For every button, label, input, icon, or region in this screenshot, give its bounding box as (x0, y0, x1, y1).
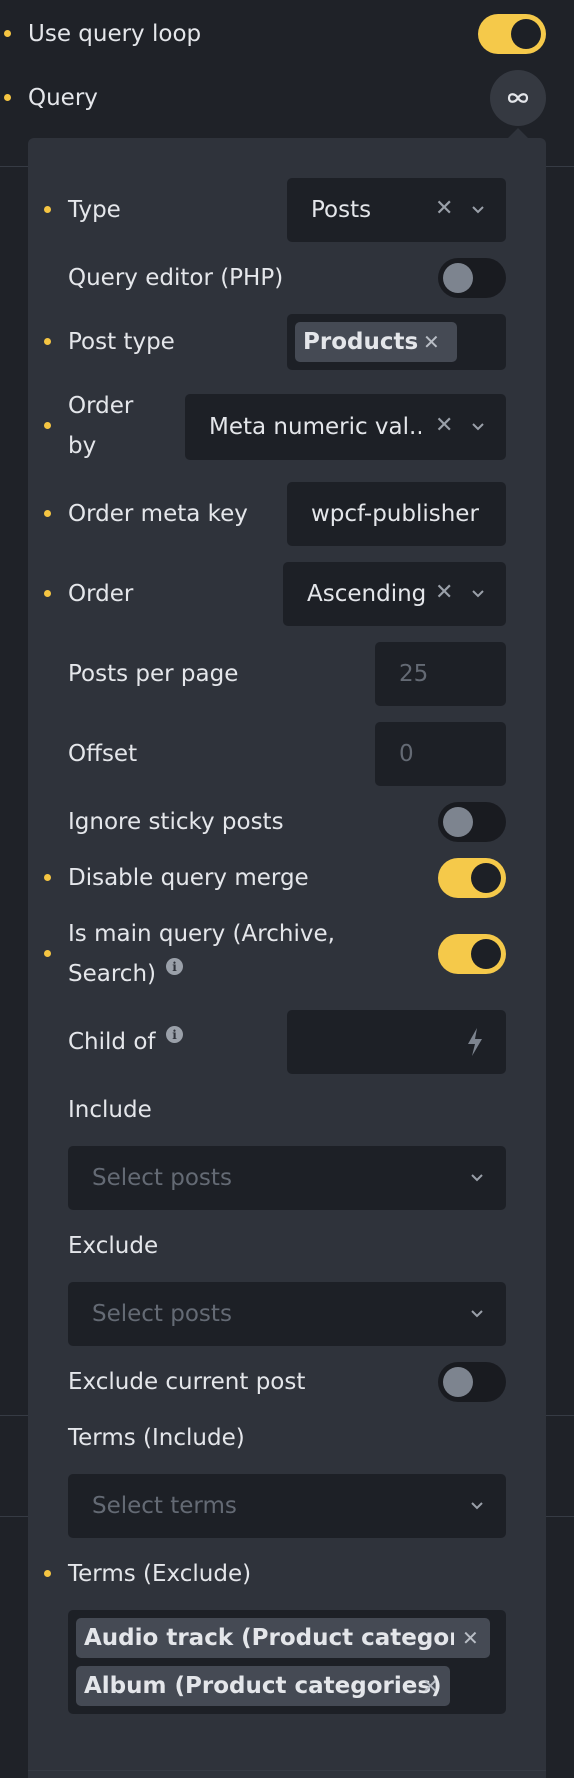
include-placeholder: Select posts (92, 1165, 232, 1191)
divider (546, 1516, 574, 1517)
chevron-down-icon (471, 1502, 483, 1510)
order-value: Ascending (307, 581, 427, 607)
include-label: Include (68, 1097, 152, 1123)
toggle-knob (471, 863, 501, 893)
chevron-down-icon (471, 1310, 483, 1318)
remove-tag-icon[interactable]: ✕ (462, 1626, 479, 1650)
remove-tag-icon[interactable]: ✕ (423, 330, 440, 354)
divider (0, 1516, 28, 1517)
ignore-sticky-label: Ignore sticky posts (68, 809, 284, 835)
modified-indicator (44, 590, 51, 597)
info-icon[interactable]: i (166, 1026, 183, 1043)
order-meta-key-value: wpcf-publisher (311, 501, 479, 527)
posts-per-page-placeholder: 25 (399, 661, 429, 687)
query-label: Query (28, 85, 98, 111)
tag-label: Album (Product categories) (84, 1673, 442, 1699)
modified-indicator (44, 874, 51, 881)
remove-tag-icon[interactable]: ✕ (422, 1674, 439, 1698)
post-type-label: Post type (68, 329, 175, 355)
toggle-knob (471, 939, 501, 969)
modified-indicator (44, 206, 51, 213)
query-editor-toggle[interactable] (438, 258, 506, 298)
order-by-value: Meta numeric val... (209, 414, 421, 440)
terms-include-label: Terms (Include) (68, 1425, 245, 1451)
posts-per-page-label: Posts per page (68, 661, 239, 687)
info-icon[interactable]: i (166, 958, 183, 975)
modified-indicator (4, 94, 11, 101)
disable-merge-label: Disable query merge (68, 865, 309, 891)
order-by-label-line2: by (68, 433, 97, 459)
modified-indicator (44, 950, 51, 957)
exclude-current-toggle[interactable] (438, 1362, 506, 1402)
offset-label: Offset (68, 741, 138, 767)
type-value: Posts (311, 197, 372, 223)
order-select[interactable]: Ascending ✕ (283, 562, 506, 626)
modified-indicator (44, 338, 51, 345)
use-query-loop-toggle[interactable] (478, 14, 546, 54)
modified-indicator (4, 30, 11, 37)
exclude-current-label: Exclude current post (68, 1369, 306, 1395)
divider (546, 1415, 574, 1416)
chevron-down-icon (472, 423, 484, 431)
child-of-label: Child of (68, 1029, 156, 1055)
order-by-label: Order (68, 393, 134, 419)
child-of-input[interactable] (287, 1010, 506, 1074)
is-main-query-toggle[interactable] (438, 934, 506, 974)
terms-exclude-tag: Album (Product categories) ✕ (76, 1666, 450, 1706)
post-type-select[interactable]: Products ✕ (287, 314, 506, 370)
offset-placeholder: 0 (399, 741, 414, 767)
order-meta-key-label: Order meta key (68, 501, 248, 527)
exclude-label: Exclude (68, 1233, 159, 1259)
exclude-placeholder: Select posts (92, 1301, 232, 1327)
tag-label: Products (303, 329, 419, 355)
divider (28, 1770, 546, 1771)
terms-exclude-label: Terms (Exclude) (68, 1561, 252, 1587)
query-editor-label: Query editor (PHP) (68, 265, 284, 291)
toggle-knob (511, 19, 541, 49)
query-settings-button[interactable] (490, 70, 546, 126)
chevron-down-icon (472, 590, 484, 598)
posts-per-page-input[interactable]: 25 (375, 642, 506, 706)
terms-include-placeholder: Select terms (92, 1493, 237, 1519)
post-type-tag: Products ✕ (295, 322, 457, 362)
modified-indicator (44, 510, 51, 517)
is-main-query-label-line2: Search) (68, 961, 156, 987)
order-meta-key-input[interactable]: wpcf-publisher (287, 482, 506, 546)
modified-indicator (44, 422, 51, 429)
chevron-down-icon (471, 1174, 483, 1182)
terms-include-select[interactable]: Select terms (68, 1474, 506, 1538)
toggle-knob (443, 807, 473, 837)
clear-icon[interactable]: ✕ (435, 582, 453, 604)
modified-indicator (44, 1570, 51, 1577)
order-label: Order (68, 581, 134, 607)
clear-icon[interactable]: ✕ (435, 415, 453, 437)
terms-exclude-tag: Audio track (Product categor... ✕ (76, 1618, 490, 1658)
type-label: Type (68, 197, 121, 223)
clear-icon[interactable]: ✕ (435, 198, 453, 220)
disable-merge-toggle[interactable] (438, 858, 506, 898)
terms-exclude-select[interactable]: Audio track (Product categor... ✕ Album … (68, 1610, 506, 1714)
offset-input[interactable]: 0 (375, 722, 506, 786)
ignore-sticky-toggle[interactable] (438, 802, 506, 842)
exclude-select[interactable]: Select posts (68, 1282, 506, 1346)
divider (0, 166, 28, 167)
chevron-down-icon (472, 206, 484, 214)
is-main-query-label: Is main query (Archive, (68, 921, 335, 947)
toggle-knob (443, 1367, 473, 1397)
divider (0, 1415, 28, 1416)
toggle-knob (443, 263, 473, 293)
type-select[interactable]: Posts ✕ (287, 178, 506, 242)
panel-arrow (508, 128, 528, 138)
use-query-loop-label: Use query loop (28, 21, 202, 47)
infinity-icon (507, 93, 529, 103)
include-select[interactable]: Select posts (68, 1146, 506, 1210)
order-by-select[interactable]: Meta numeric val... ✕ (185, 394, 506, 460)
lightning-icon[interactable] (465, 1027, 485, 1057)
tag-label: Audio track (Product categor... (84, 1625, 454, 1651)
divider (546, 166, 574, 167)
